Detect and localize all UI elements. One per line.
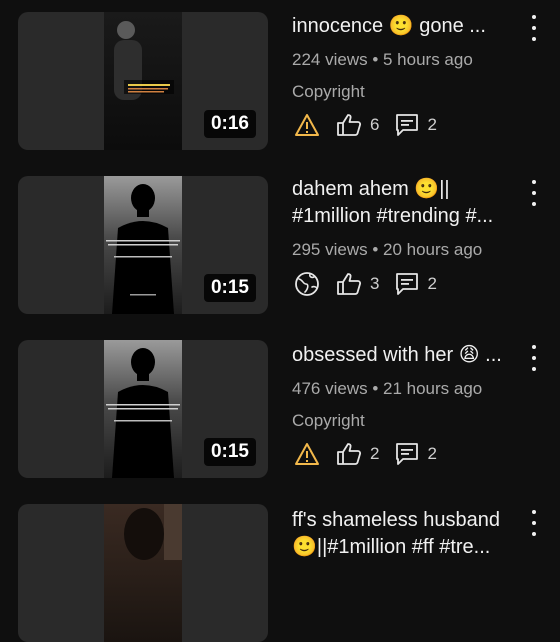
video-title[interactable]: obsessed with her 😩 ... bbox=[292, 342, 520, 369]
like-count: 2 bbox=[370, 444, 380, 463]
warning-icon[interactable] bbox=[294, 442, 320, 466]
comment-icon bbox=[396, 273, 419, 295]
thumbs-up-icon bbox=[337, 443, 362, 465]
like-stat[interactable]: 3 bbox=[336, 272, 379, 296]
video-title[interactable]: dahem ahem 🙂|| #1million #trending #... bbox=[292, 176, 520, 230]
like-count: 6 bbox=[370, 115, 380, 134]
like-stat[interactable]: 6 bbox=[336, 113, 379, 137]
thumbnail-image bbox=[104, 340, 182, 478]
video-title[interactable]: innocence 🙂 gone ... bbox=[292, 13, 520, 40]
thumbnail-image bbox=[104, 176, 182, 314]
copyright-label: Copyright bbox=[292, 411, 365, 430]
duration-badge: 0:15 bbox=[203, 438, 256, 466]
video-stats: 3 2 bbox=[294, 269, 453, 299]
more-options-icon[interactable] bbox=[526, 343, 542, 373]
comment-count: 2 bbox=[427, 444, 437, 463]
comment-stat[interactable]: 2 bbox=[395, 113, 437, 137]
comment-stat[interactable]: 2 bbox=[395, 442, 437, 466]
silhouette-image bbox=[114, 21, 174, 100]
comment-icon bbox=[396, 114, 419, 136]
thumbs-up-icon bbox=[337, 273, 362, 295]
video-meta: 224 views • 5 hours ago bbox=[292, 50, 473, 69]
video-title[interactable]: ff's shameless husband 🙂||#1million #ff … bbox=[292, 507, 520, 561]
duration-badge: 0:16 bbox=[203, 110, 256, 138]
thumbs-up-icon bbox=[337, 114, 362, 136]
comment-stat[interactable]: 2 bbox=[395, 272, 437, 296]
comment-count: 2 bbox=[427, 115, 437, 134]
video-stats: 6 2 bbox=[294, 110, 453, 140]
video-thumbnail[interactable]: 0:16 bbox=[18, 12, 268, 150]
duration-badge: 0:15 bbox=[203, 274, 256, 302]
video-thumbnail[interactable]: 0:15 bbox=[18, 176, 268, 314]
more-options-icon[interactable] bbox=[526, 13, 542, 43]
video-meta: 476 views • 21 hours ago bbox=[292, 379, 483, 398]
video-stats: 2 2 bbox=[294, 439, 453, 469]
video-thumbnail[interactable] bbox=[18, 504, 268, 642]
comment-icon bbox=[396, 443, 419, 465]
video-thumbnail[interactable]: 0:15 bbox=[18, 340, 268, 478]
copyright-label: Copyright bbox=[292, 82, 365, 101]
globe-icon[interactable] bbox=[294, 271, 320, 297]
more-options-icon[interactable] bbox=[526, 508, 542, 538]
video-meta: 295 views • 20 hours ago bbox=[292, 240, 483, 259]
photo-image bbox=[124, 504, 182, 560]
thumbnail-image bbox=[104, 504, 182, 642]
like-stat[interactable]: 2 bbox=[336, 442, 379, 466]
warning-icon[interactable] bbox=[294, 113, 320, 137]
silhouette-image bbox=[106, 184, 180, 314]
comment-count: 2 bbox=[427, 274, 437, 293]
more-options-icon[interactable] bbox=[526, 178, 542, 208]
thumbnail-image bbox=[104, 12, 182, 150]
like-count: 3 bbox=[370, 274, 380, 293]
silhouette-image bbox=[106, 348, 180, 478]
